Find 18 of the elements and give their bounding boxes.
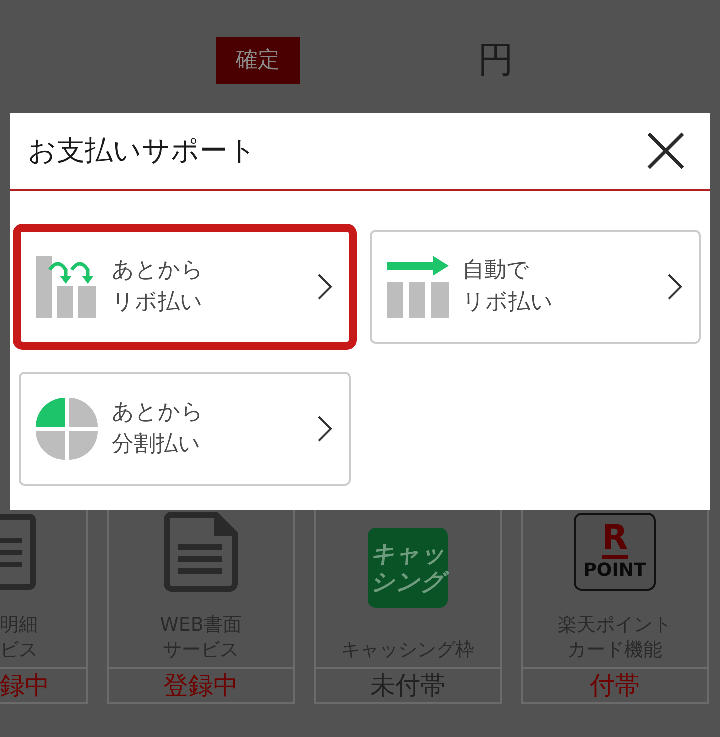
status-label: 登録中 xyxy=(164,673,238,698)
chevron-right-icon xyxy=(316,415,332,443)
bars-arrow-icon xyxy=(386,256,448,318)
close-icon[interactable] xyxy=(646,131,686,171)
chevron-right-icon xyxy=(316,273,332,301)
point-logo: R POINT xyxy=(574,513,656,591)
dialog-title: お支払いサポート xyxy=(28,133,257,169)
confirmed-badge: 確定 xyxy=(216,37,300,84)
document-icon xyxy=(0,514,36,590)
payment-option-card[interactable]: 自動で リボ払い xyxy=(370,230,701,344)
status-label: 付帯 xyxy=(590,673,640,698)
bars-arrows-icon xyxy=(36,256,98,318)
document-icon xyxy=(164,512,238,592)
cashing-logo: キャッ シング xyxy=(368,528,448,608)
payment-option-card[interactable]: あとから 分割払い xyxy=(19,372,350,486)
pie-chart-icon xyxy=(36,398,98,460)
chevron-right-icon xyxy=(667,273,683,301)
status-label: 録中 xyxy=(0,673,50,698)
